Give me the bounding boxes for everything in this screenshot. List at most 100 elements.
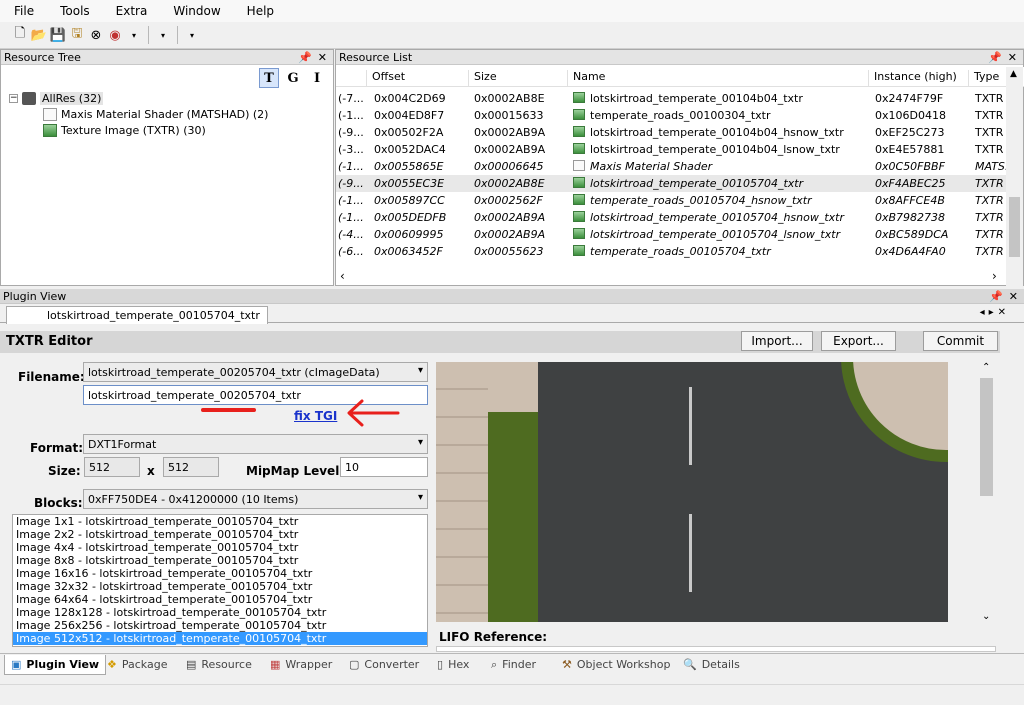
list-item[interactable]: Image 256x256 - lotskirtroad_temperate_0… bbox=[13, 619, 427, 632]
column-offset[interactable]: Offset bbox=[366, 70, 405, 86]
pin-icon[interactable]: 📌 bbox=[988, 51, 1002, 64]
tab-plugin-view[interactable]: ▣ Plugin View bbox=[4, 655, 107, 675]
document-tab[interactable]: lotskirtroad_temperate_00105704_txtr bbox=[6, 306, 268, 324]
resource-tree-header: Resource Tree 📌 ✕ bbox=[1, 50, 333, 65]
save-as-icon[interactable]: 🖫 bbox=[69, 26, 85, 43]
mipmap-level-field[interactable]: 10 bbox=[340, 457, 428, 477]
preview-vscrollbar[interactable]: ⌃ ⌄ bbox=[978, 362, 995, 622]
menu-window[interactable]: Window bbox=[159, 4, 232, 18]
column-instance-high[interactable]: Instance (high) bbox=[868, 70, 957, 86]
menu-help[interactable]: Help bbox=[233, 4, 286, 18]
dropdown-arrow-icon[interactable]: ▾ bbox=[155, 27, 171, 43]
table-row[interactable]: (-1... 0x0055865E 0x00006645 Maxis Material… bbox=[336, 158, 1015, 175]
format-combo[interactable]: DXT1Format ▾ bbox=[83, 434, 428, 454]
column-type[interactable]: Type bbox=[968, 70, 999, 86]
tab-finder[interactable]: ⌕ Finder bbox=[485, 655, 542, 675]
scroll-up-icon[interactable]: ▲ bbox=[1010, 69, 1019, 79]
save-icon[interactable]: 💾 bbox=[50, 27, 66, 43]
list-item[interactable]: Image 8x8 - lotskirtroad_temperate_00105… bbox=[13, 554, 427, 567]
column-size[interactable]: Size bbox=[468, 70, 497, 86]
tree-group-toggle[interactable]: G bbox=[283, 68, 303, 88]
list-item[interactable]: Image 32x32 - lotskirtroad_temperate_001… bbox=[13, 580, 427, 593]
export-button[interactable]: Export... bbox=[821, 331, 896, 351]
tab-object-workshop[interactable]: ⚒ Object Workshop bbox=[556, 655, 676, 675]
cell-name: Maxis Material Shader bbox=[590, 160, 713, 173]
tree-root[interactable]: − AllRes (32) bbox=[9, 90, 104, 106]
image-icon bbox=[573, 109, 585, 120]
column-name[interactable]: Name bbox=[567, 70, 605, 86]
tab-resource[interactable]: ▤ Resource bbox=[180, 655, 258, 675]
scroll-up-icon[interactable]: ⌃ bbox=[982, 362, 990, 373]
list-item[interactable]: Image 64x64 - lotskirtroad_temperate_001… bbox=[13, 593, 427, 606]
collapse-icon[interactable]: − bbox=[9, 93, 18, 103]
table-row[interactable]: (-6... 0x0063452F 0x00055623 temperate_road… bbox=[336, 243, 1006, 260]
import-button[interactable]: Import... bbox=[741, 331, 813, 351]
scroll-down-icon[interactable]: ⌄ bbox=[982, 611, 990, 622]
new-file-icon[interactable]: 🗋 bbox=[12, 26, 28, 43]
dropdown-arrow-icon[interactable]: ▾ bbox=[126, 27, 142, 43]
cell-size: 0x0002AB9A bbox=[474, 143, 546, 156]
commit-button[interactable]: Commit bbox=[923, 331, 998, 351]
cell-offset: 0x0055EC3E bbox=[374, 177, 445, 190]
tab-nav-icon[interactable]: ◂▸✕ bbox=[980, 307, 1010, 318]
scroll-thumb[interactable] bbox=[1009, 197, 1020, 257]
image-icon bbox=[573, 92, 585, 103]
blocks-combo[interactable]: 0xFF750DE4 - 0x41200000 (10 Items) ▾ bbox=[83, 489, 428, 509]
menu-file[interactable]: File bbox=[0, 4, 46, 18]
cell-name: temperate_roads_00105704_hsnow_txtr bbox=[590, 194, 812, 207]
table-row[interactable]: (-1... 0x004ED8F7 0x00015633 temperate_road… bbox=[336, 107, 1006, 124]
table-row[interactable]: (-7... 0x004C2D69 0x0002AB8E lotskirtroad_t… bbox=[336, 90, 1006, 107]
tree-item-matshad[interactable]: Maxis Material Shader (MATSHAD) (2) bbox=[43, 106, 268, 122]
menu-extra[interactable]: Extra bbox=[102, 4, 160, 18]
cell-inst: 0x0C50FBBF bbox=[875, 160, 945, 173]
table-row[interactable]: (-1... 0x005897CC 0x0002562F temperate_road… bbox=[336, 192, 1006, 209]
cell-offset: 0x005897CC bbox=[374, 194, 445, 207]
scroll-thumb[interactable] bbox=[980, 378, 993, 496]
scroll-left-icon[interactable]: ‹ bbox=[340, 269, 345, 283]
list-item[interactable]: Image 512x512 - lotskirtroad_temperate_0… bbox=[13, 632, 427, 645]
list-item[interactable]: Image 1x1 - lotskirtroad_temperate_00105… bbox=[13, 515, 427, 528]
dropdown-arrow-icon[interactable]: ▾ bbox=[184, 27, 200, 43]
filename-combo[interactable]: lotskirtroad_temperate_00205704_txtr (cI… bbox=[83, 362, 428, 382]
tree-type-toggle[interactable]: T bbox=[259, 68, 279, 88]
mipmap-image-list[interactable]: Image 1x1 - lotskirtroad_temperate_00105… bbox=[12, 514, 428, 647]
cell-pre: (-7... bbox=[338, 92, 364, 105]
pin-icon[interactable]: 📌 bbox=[298, 51, 312, 64]
refresh-icon[interactable]: ◉ bbox=[107, 27, 123, 43]
tab-converter[interactable]: ▢ Converter bbox=[343, 655, 425, 675]
tree-item-label: Texture Image (TXTR) (30) bbox=[61, 123, 206, 137]
close-icon[interactable]: ✕ bbox=[1009, 290, 1018, 303]
cell-size: 0x0002AB9A bbox=[474, 211, 546, 224]
cell-type: TXTR bbox=[975, 194, 1004, 207]
close-icon[interactable]: ✕ bbox=[1008, 51, 1017, 64]
close-icon[interactable]: ✕ bbox=[318, 51, 327, 64]
tab-hex[interactable]: ▯ Hex bbox=[431, 655, 475, 675]
fix-tgi-link[interactable]: fix TGI bbox=[294, 409, 337, 423]
cell-size: 0x00015633 bbox=[474, 109, 544, 122]
open-folder-icon[interactable]: 📂 bbox=[31, 27, 47, 43]
image-icon bbox=[573, 228, 585, 239]
tree-instance-toggle[interactable]: I bbox=[307, 68, 327, 88]
close-icon[interactable]: ⊗ bbox=[88, 27, 104, 43]
tab-wrapper[interactable]: ▦ Wrapper bbox=[264, 655, 338, 675]
table-row[interactable]: (-9... 0x00502F2A 0x0002AB9A lotskirtroad_t… bbox=[336, 124, 1006, 141]
menu-tools[interactable]: Tools bbox=[46, 4, 102, 18]
list-item[interactable]: Image 2x2 - lotskirtroad_temperate_00105… bbox=[13, 528, 427, 541]
table-row[interactable]: (-1... 0x005DEDFB 0x0002AB9A lotskirtroad_t… bbox=[336, 209, 1006, 226]
tree-item-txtr[interactable]: Texture Image (TXTR) (30) bbox=[43, 122, 206, 138]
tab-package[interactable]: ❖ Package bbox=[101, 655, 173, 675]
cell-type: TXTR bbox=[975, 126, 1004, 139]
resource-list-vscrollbar[interactable]: ▲ bbox=[1006, 67, 1023, 287]
list-item[interactable]: Image 16x16 - lotskirtroad_temperate_001… bbox=[13, 567, 427, 580]
list-item[interactable]: Image 4x4 - lotskirtroad_temperate_00105… bbox=[13, 541, 427, 554]
table-row[interactable]: (-9... 0x0055EC3E 0x0002AB8E lotskirtroad_t… bbox=[336, 175, 1006, 192]
list-item[interactable]: Image 128x128 - lotskirtroad_temperate_0… bbox=[13, 606, 427, 619]
table-row[interactable]: (-3... 0x0052DAC4 0x0002AB9A lotskirtroad_t… bbox=[336, 141, 1006, 158]
resource-list-panel: Resource List 📌 ✕ Offset Size Name Instan… bbox=[335, 49, 1024, 287]
lifo-reference-field[interactable] bbox=[436, 646, 996, 652]
table-row[interactable]: (-4... 0x00609995 0x0002AB9A lotskirtroad_t… bbox=[336, 226, 1006, 243]
tab-details[interactable]: 🔍 Details bbox=[677, 655, 746, 675]
chevron-down-icon: ▾ bbox=[417, 437, 423, 448]
pin-icon[interactable]: 📌 bbox=[989, 290, 1003, 303]
scroll-right-icon[interactable]: › bbox=[992, 269, 997, 283]
